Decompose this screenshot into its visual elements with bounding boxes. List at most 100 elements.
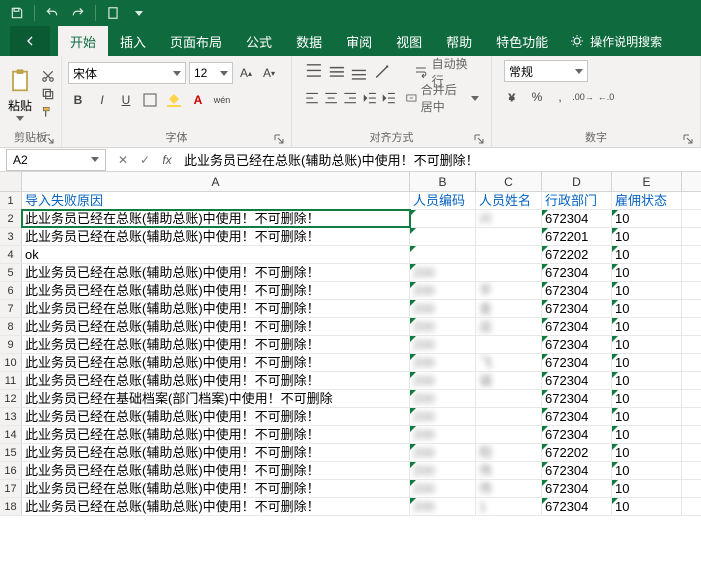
border-button[interactable] — [140, 90, 160, 110]
row-header[interactable]: 5 — [0, 264, 22, 281]
cell[interactable]: 672304 — [542, 372, 612, 389]
cell[interactable] — [410, 246, 476, 263]
row-header[interactable]: 16 — [0, 462, 22, 479]
cell[interactable] — [410, 228, 476, 245]
orientation-icon[interactable] — [372, 62, 392, 82]
cancel-entry-icon[interactable]: ✕ — [112, 149, 134, 171]
row-header[interactable]: 3 — [0, 228, 22, 245]
cell[interactable]: 10 — [612, 408, 682, 425]
indent-inc-icon[interactable] — [381, 88, 397, 108]
save-icon[interactable] — [6, 2, 28, 24]
fill-color-button[interactable] — [164, 90, 184, 110]
tab-特色功能[interactable]: 特色功能 — [484, 26, 560, 56]
cell[interactable]: 672304 — [542, 336, 612, 353]
column-header[interactable]: B — [410, 172, 476, 191]
spreadsheet-grid[interactable]: ABCDE 1导入失败原因人员编码人员姓名行政部门雇佣状态2此业务员已经在总账(… — [0, 172, 701, 516]
cell[interactable]: 阳 — [476, 444, 542, 461]
underline-button[interactable]: U — [116, 90, 136, 110]
row-header[interactable]: 11 — [0, 372, 22, 389]
cell[interactable] — [476, 408, 542, 425]
cell[interactable] — [476, 228, 542, 245]
cell[interactable]: 10 — [612, 354, 682, 371]
cell[interactable]: 200 — [410, 462, 476, 479]
cell[interactable]: 伟 — [476, 480, 542, 497]
cell[interactable]: 200 — [410, 408, 476, 425]
cell[interactable]: 人员姓名 — [476, 192, 542, 209]
italic-button[interactable]: I — [92, 90, 112, 110]
shrink-font-icon[interactable]: A▾ — [259, 63, 279, 83]
cell[interactable]: 200 — [410, 318, 476, 335]
font-name-select[interactable]: 宋体 — [68, 62, 186, 84]
formula-input[interactable]: 此业务员已经在总账(辅助总账)中使用！不可删除！ — [178, 150, 701, 169]
cell[interactable]: 672304 — [542, 480, 612, 497]
file-tab[interactable] — [10, 26, 50, 56]
fx-icon[interactable]: fx — [156, 149, 178, 171]
cell[interactable]: 行政部门 — [542, 192, 612, 209]
cell[interactable]: 200 — [410, 372, 476, 389]
cell[interactable]: 金 — [476, 300, 542, 317]
cell[interactable]: 此业务员已经在总账(辅助总账)中使用！不可删除！ — [22, 426, 410, 443]
cell[interactable]: 诚 — [476, 372, 542, 389]
cell[interactable]: 672304 — [542, 498, 612, 515]
row-header[interactable]: 8 — [0, 318, 22, 335]
comma-format-icon[interactable]: , — [550, 87, 570, 107]
cell[interactable]: 此业务员已经在总账(辅助总账)中使用！不可删除！ — [22, 264, 410, 281]
cell[interactable] — [476, 426, 542, 443]
cell[interactable]: 10 — [612, 228, 682, 245]
dialog-launcher-icon[interactable] — [273, 133, 285, 145]
cell[interactable]: 672304 — [542, 408, 612, 425]
cell[interactable]: 此业务员已经在总账(辅助总账)中使用！不可删除！ — [22, 228, 410, 245]
accounting-format-icon[interactable]: ¥ — [504, 87, 524, 107]
cell[interactable]: 10 — [612, 480, 682, 497]
undo-icon[interactable] — [41, 2, 63, 24]
cell[interactable]: 672304 — [542, 426, 612, 443]
qat-customize-icon[interactable] — [128, 2, 150, 24]
confirm-entry-icon[interactable]: ✓ — [134, 149, 156, 171]
cell[interactable]: 此业务员已经在总账(辅助总账)中使用！不可删除！ — [22, 372, 410, 389]
indent-dec-icon[interactable] — [362, 88, 378, 108]
font-color-button[interactable]: A — [188, 90, 208, 110]
cell[interactable]: 672304 — [542, 282, 612, 299]
cell[interactable]: 672304 — [542, 462, 612, 479]
row-header[interactable]: 1 — [0, 192, 22, 209]
align-middle-icon[interactable] — [327, 62, 347, 82]
cell[interactable] — [476, 336, 542, 353]
select-all-corner[interactable] — [0, 172, 22, 191]
cell[interactable]: 672202 — [542, 246, 612, 263]
cell[interactable]: 此业务员已经在总账(辅助总账)中使用！不可删除！ — [22, 282, 410, 299]
merge-center-button[interactable]: 合并后居中 — [400, 87, 485, 109]
row-header[interactable]: 9 — [0, 336, 22, 353]
copy-icon[interactable] — [40, 86, 56, 102]
cell[interactable]: 此业务员已经在总账(辅助总账)中使用！不可删除！ — [22, 300, 410, 317]
cell[interactable]: 此业务员已经在总账(辅助总账)中使用！不可删除！ — [22, 210, 410, 227]
tell-me[interactable]: 操作说明搜索 — [570, 33, 662, 50]
tab-审阅[interactable]: 审阅 — [334, 26, 384, 56]
cell[interactable]: 导入失败原因 — [22, 192, 410, 209]
column-header[interactable]: A — [22, 172, 410, 191]
cell[interactable]: 10 — [612, 390, 682, 407]
redo-icon[interactable] — [67, 2, 89, 24]
cell[interactable]: 10 — [612, 300, 682, 317]
new-doc-icon[interactable] — [102, 2, 124, 24]
phonetic-button[interactable]: wén — [212, 90, 232, 110]
cell[interactable]: 此业务员已经在总账(辅助总账)中使用！不可删除！ — [22, 480, 410, 497]
row-header[interactable]: 18 — [0, 498, 22, 515]
increase-decimal-icon[interactable]: .00→ — [573, 87, 593, 107]
tab-数据[interactable]: 数据 — [284, 26, 334, 56]
cell[interactable]: 200 — [410, 390, 476, 407]
align-top-icon[interactable] — [304, 62, 324, 82]
row-header[interactable]: 10 — [0, 354, 22, 371]
cell[interactable]: 平 — [476, 282, 542, 299]
cell[interactable]: 10 — [612, 462, 682, 479]
column-header[interactable]: D — [542, 172, 612, 191]
cell[interactable]: 200 — [410, 300, 476, 317]
percent-format-icon[interactable]: % — [527, 87, 547, 107]
bold-button[interactable]: B — [68, 90, 88, 110]
cell[interactable] — [410, 210, 476, 227]
cell[interactable]: 672304 — [542, 300, 612, 317]
tab-开始[interactable]: 开始 — [58, 26, 108, 56]
row-header[interactable]: 2 — [0, 210, 22, 227]
dialog-launcher-icon[interactable] — [473, 133, 485, 145]
tab-页面布局[interactable]: 页面布局 — [158, 26, 234, 56]
tab-公式[interactable]: 公式 — [234, 26, 284, 56]
